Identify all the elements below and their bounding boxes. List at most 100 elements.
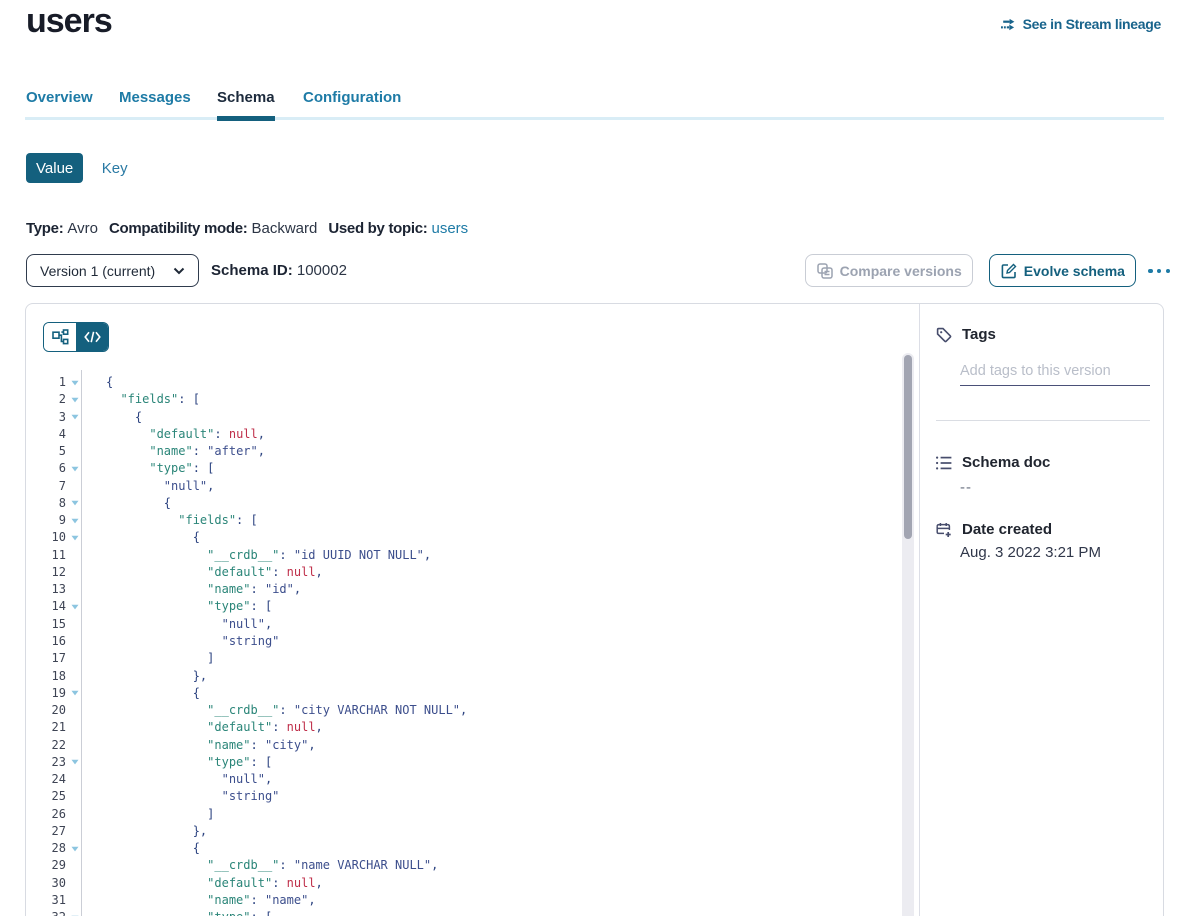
code-line-text: "__crdb__": "city VARCHAR NOT NULL", xyxy=(81,702,467,719)
code-line-19: 19 { xyxy=(26,685,903,702)
line-number: 22 xyxy=(26,737,68,754)
line-number: 2 xyxy=(26,391,68,408)
code-line-text: "name": "city", xyxy=(81,737,316,754)
sidebar-divider xyxy=(936,420,1150,421)
version-select[interactable]: Version 1 (current) xyxy=(26,254,199,287)
collapse-caret-icon[interactable] xyxy=(68,414,81,420)
code-line-text: ] xyxy=(81,806,214,823)
code-line-text: "__crdb__": "id UUID NOT NULL", xyxy=(81,547,431,564)
evolve-schema-button[interactable]: Evolve schema xyxy=(989,254,1136,287)
code-line-text: { xyxy=(81,529,200,546)
line-number: 21 xyxy=(26,719,68,736)
tree-view-button[interactable] xyxy=(44,323,76,351)
date-created-label: Date created xyxy=(962,521,1052,538)
code-line-32: 32 "type": [ xyxy=(26,909,903,916)
version-select-value: Version 1 (current) xyxy=(40,263,173,279)
line-number: 30 xyxy=(26,875,68,892)
value-segment-button[interactable]: Value xyxy=(26,153,83,183)
code-line-2: 2 "fields": [ xyxy=(26,391,903,408)
code-line-11: 11 "__crdb__": "id UUID NOT NULL", xyxy=(26,547,903,564)
used-by-topic-link[interactable]: users xyxy=(431,220,468,237)
code-line-26: 26 ] xyxy=(26,806,903,823)
tabs-underline-track xyxy=(25,117,1164,120)
code-line-13: 13 "name": "id", xyxy=(26,581,903,598)
line-number: 7 xyxy=(26,478,68,495)
line-number: 28 xyxy=(26,840,68,857)
line-number: 23 xyxy=(26,754,68,771)
code-line-22: 22 "name": "city", xyxy=(26,737,903,754)
code-line-9: 9 "fields": [ xyxy=(26,512,903,529)
line-number: 13 xyxy=(26,581,68,598)
code-line-text: "name": "after", xyxy=(81,443,265,460)
code-line-text: "default": null, xyxy=(81,564,323,581)
code-line-text: "default": null, xyxy=(81,426,265,443)
collapse-caret-icon[interactable] xyxy=(68,604,81,610)
code-scrollbar-thumb[interactable] xyxy=(904,355,912,539)
compare-versions-button[interactable]: Compare versions xyxy=(805,254,973,287)
code-line-text: "null", xyxy=(81,478,214,495)
code-line-16: 16 "string" xyxy=(26,633,903,650)
schema-doc-label: Schema doc xyxy=(962,454,1050,471)
tags-label: Tags xyxy=(962,326,996,343)
code-view-icon xyxy=(84,331,101,343)
code-line-text: "name": "name", xyxy=(81,892,316,909)
code-line-text: "__crdb__": "name VARCHAR NULL", xyxy=(81,857,438,874)
more-menu-button[interactable] xyxy=(1148,268,1170,273)
line-number: 6 xyxy=(26,460,68,477)
tab-overview[interactable]: Overview xyxy=(26,89,93,120)
collapse-caret-icon[interactable] xyxy=(68,518,81,524)
collapse-caret-icon[interactable] xyxy=(68,500,81,506)
code-line-text: }, xyxy=(81,668,207,685)
tab-configuration[interactable]: Configuration xyxy=(303,89,401,120)
code-line-31: 31 "name": "name", xyxy=(26,892,903,909)
tab-schema[interactable]: Schema xyxy=(217,89,275,120)
schema-panel: 1{2 "fields": [3 {4 "default": null,5 "n… xyxy=(25,303,1164,916)
compare-versions-label: Compare versions xyxy=(840,263,962,279)
code-line-17: 17 ] xyxy=(26,650,903,667)
code-line-30: 30 "default": null, xyxy=(26,875,903,892)
code-line-5: 5 "name": "after", xyxy=(26,443,903,460)
line-number: 31 xyxy=(26,892,68,909)
schema-doc-section-header: Schema doc xyxy=(936,454,1150,471)
line-number: 1 xyxy=(26,374,68,391)
lineage-link-label: See in Stream lineage xyxy=(1023,16,1161,32)
collapse-caret-icon[interactable] xyxy=(68,466,81,472)
line-number: 10 xyxy=(26,529,68,546)
schema-code-editor[interactable]: 1{2 "fields": [3 {4 "default": null,5 "n… xyxy=(26,374,903,916)
code-line-text: "fields": [ xyxy=(81,512,258,529)
tab-messages[interactable]: Messages xyxy=(119,89,191,120)
ellipsis-dot xyxy=(1148,269,1152,273)
meta-compatibility-label: Compatibility mode: xyxy=(109,220,247,237)
controls-row: Version 1 (current) Schema ID: 100002 Co… xyxy=(26,254,1164,288)
collapse-caret-icon[interactable] xyxy=(68,397,81,403)
code-line-text: { xyxy=(81,685,200,702)
collapse-caret-icon[interactable] xyxy=(68,535,81,541)
code-line-text: "null", xyxy=(81,616,272,633)
code-line-text: }, xyxy=(81,823,207,840)
tags-input[interactable] xyxy=(960,363,1150,386)
collapse-caret-icon[interactable] xyxy=(68,846,81,852)
line-number: 24 xyxy=(26,771,68,788)
code-line-6: 6 "type": [ xyxy=(26,460,903,477)
code-scrollbar[interactable] xyxy=(902,353,914,916)
code-view-button[interactable] xyxy=(76,323,108,351)
code-line-text: "string" xyxy=(81,788,279,805)
code-line-21: 21 "default": null, xyxy=(26,719,903,736)
key-segment-button[interactable]: Key xyxy=(102,160,128,177)
ellipsis-dot xyxy=(1157,269,1161,273)
line-number: 3 xyxy=(26,409,68,426)
code-line-24: 24 "null", xyxy=(26,771,903,788)
evolve-schema-label: Evolve schema xyxy=(1024,263,1125,279)
meta-topic-label: Used by topic: xyxy=(328,220,427,237)
tag-icon xyxy=(936,327,952,343)
collapse-caret-icon[interactable] xyxy=(68,690,81,696)
code-line-text: "type": [ xyxy=(81,909,272,916)
collapse-caret-icon[interactable] xyxy=(68,380,81,386)
line-number: 9 xyxy=(26,512,68,529)
see-in-stream-lineage-link[interactable]: See in Stream lineage xyxy=(1001,16,1161,32)
schema-sidebar: Tags Schema doc -- xyxy=(919,304,1164,916)
collapse-caret-icon[interactable] xyxy=(68,759,81,765)
code-line-text: "fields": [ xyxy=(81,391,200,408)
code-line-text: "string" xyxy=(81,633,279,650)
code-line-4: 4 "default": null, xyxy=(26,426,903,443)
